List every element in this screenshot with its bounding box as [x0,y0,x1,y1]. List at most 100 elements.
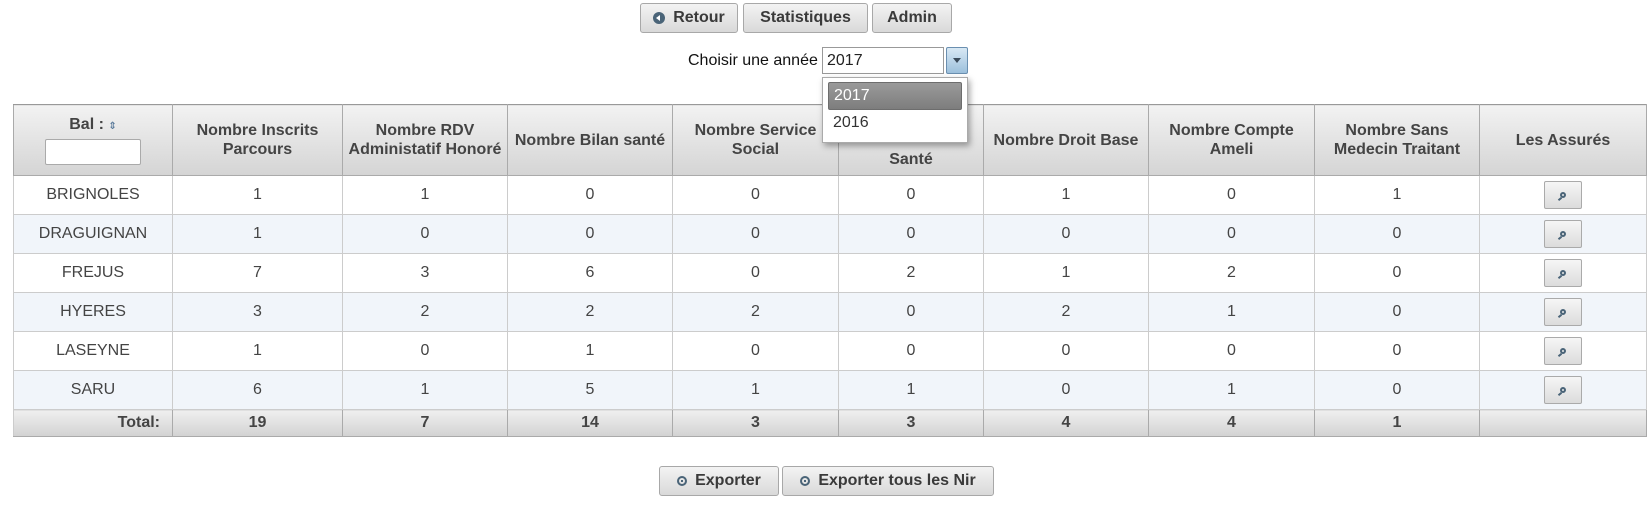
cell-value: 1 [172,331,343,371]
view-assures-button[interactable] [1544,181,1582,209]
cell-value: 1 [342,175,508,215]
cell-assures [1479,253,1647,293]
total-label: Total: [13,409,173,437]
sort-icon[interactable]: ⇕ [108,121,116,132]
view-assures-button[interactable] [1544,298,1582,326]
cell-value: 0 [342,214,508,254]
view-assures-button[interactable] [1544,337,1582,365]
cell-value: 0 [672,214,839,254]
col-header-hidden-label: Santé [889,151,933,168]
view-assures-button[interactable] [1544,376,1582,404]
cell-value: 1 [172,175,343,215]
statistiques-button[interactable]: Statistiques [743,3,868,33]
cell-value: 0 [342,331,508,371]
cell-value: 1 [342,370,508,410]
col-header-assures: Les Assurés [1479,104,1647,176]
cell-value: 3 [172,292,343,332]
total-value: 1 [1314,409,1480,437]
cell-bal: DRAGUIGNAN [13,214,173,254]
cell-value: 2 [838,253,984,293]
cell-value: 1 [1148,370,1315,410]
cell-value: 2 [507,292,673,332]
cell-assures [1479,370,1647,410]
cell-value: 2 [342,292,508,332]
export-icon [800,476,811,486]
table-row: SARU 6 1 5 1 1 0 1 0 [13,370,1647,410]
cell-bal: SARU [13,370,173,410]
year-input[interactable] [822,47,944,74]
cell-assures [1479,292,1647,332]
cell-value: 0 [507,214,673,254]
cell-value: 6 [507,253,673,293]
cell-bal: LASEYNE [13,331,173,371]
cell-value: 1 [983,175,1149,215]
exporter-label: Exporter [695,472,761,489]
col-header-bal[interactable]: Bal : ⇕ [13,104,173,176]
total-value: 3 [838,409,984,437]
cell-value: 1 [838,370,984,410]
cell-value: 0 [983,214,1149,254]
year-dropdown-toggle[interactable] [946,47,968,74]
cell-value: 0 [838,331,984,371]
cell-value: 0 [1314,292,1480,332]
table-row: FREJUS 7 3 6 0 2 1 2 0 [13,253,1647,293]
cell-value: 0 [1148,175,1315,215]
cell-value: 0 [507,175,673,215]
cell-value: 0 [1148,331,1315,371]
table-row: HYERES 3 2 2 2 0 2 1 0 [13,292,1647,332]
cell-value: 0 [672,175,839,215]
magnifier-icon [1560,270,1566,276]
year-option-2016[interactable]: 2016 [828,110,962,136]
year-option-2017[interactable]: 2017 [828,82,962,110]
view-assures-button[interactable] [1544,220,1582,248]
cell-value: 1 [1314,175,1480,215]
total-value: 19 [172,409,343,437]
col-header-inscrits: Nombre Inscrits Parcours [172,104,343,176]
total-empty [1479,409,1647,437]
cell-value: 3 [342,253,508,293]
retour-button[interactable]: Retour [640,3,738,33]
cell-value: 0 [672,331,839,371]
cell-value: 5 [507,370,673,410]
cell-value: 0 [983,370,1149,410]
bal-filter-input[interactable] [45,139,141,165]
magnifier-icon [1560,309,1566,315]
col-header-service: Nombre Service Social [672,104,839,176]
cell-value: 0 [1314,331,1480,371]
cell-bal: FREJUS [13,253,173,293]
table-row: DRAGUIGNAN 1 0 0 0 0 0 0 0 [13,214,1647,254]
cell-value: 6 [172,370,343,410]
cell-value: 0 [983,331,1149,371]
cell-bal: HYERES [13,292,173,332]
cell-assures [1479,331,1647,371]
exporter-nir-button[interactable]: Exporter tous les Nir [782,466,994,496]
year-select-label: Choisir une année : [688,52,827,69]
total-value: 4 [983,409,1149,437]
retour-label: Retour [673,9,725,26]
cell-value: 0 [838,292,984,332]
col-header-droit: Nombre Droit Base [983,104,1149,176]
exporter-button[interactable]: Exporter [659,466,779,496]
col-header-bilan: Nombre Bilan santé [507,104,673,176]
cell-value: 1 [172,214,343,254]
magnifier-icon [1560,231,1566,237]
back-arrow-icon [653,12,666,24]
total-value: 3 [672,409,839,437]
cell-value: 0 [838,175,984,215]
col-header-rdv: Nombre RDV Administatif Honoré [342,104,508,176]
table-row: BRIGNOLES 1 1 0 0 0 1 0 1 [13,175,1647,215]
admin-button[interactable]: Admin [872,3,952,33]
bal-header-label: Bal : [69,116,104,133]
view-assures-button[interactable] [1544,259,1582,287]
table-row: LASEYNE 1 0 1 0 0 0 0 0 [13,331,1647,371]
export-icon [677,476,688,486]
cell-value: 1 [507,331,673,371]
total-value: 7 [342,409,508,437]
cell-value: 1 [983,253,1149,293]
cell-assures [1479,214,1647,254]
cell-value: 2 [983,292,1149,332]
cell-value: 0 [672,253,839,293]
cell-value: 0 [1314,370,1480,410]
magnifier-icon [1560,387,1566,393]
total-value: 4 [1148,409,1315,437]
